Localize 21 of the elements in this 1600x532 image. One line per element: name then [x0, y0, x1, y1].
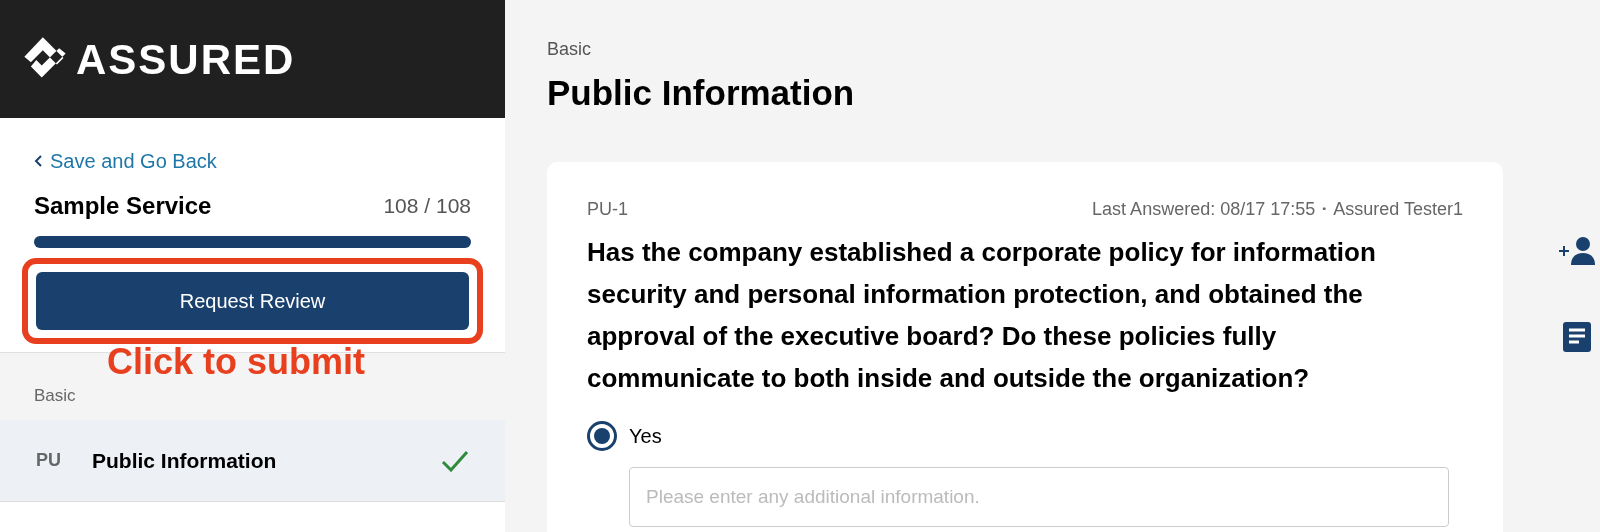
item-label: Public Information: [92, 447, 278, 474]
service-name: Sample Service: [34, 191, 212, 221]
question-id: PU-1: [587, 197, 628, 221]
check-icon: [441, 449, 469, 472]
question-text: Has the company established a corporate policy for information security and personal information protection, and obtained the approval of the executive board? Do these policies fully communicate to both inside and outside the organization?: [587, 235, 1377, 395]
last-answered: Last Answered: 08/17 17:55・Assured Tester1: [1092, 197, 1463, 221]
details-field[interactable]: Please enter any additional information.: [629, 466, 1449, 527]
item-code: PU: [36, 449, 62, 472]
back-link[interactable]: Save and Go Back: [34, 146, 217, 176]
progress-count: 108 / 108: [383, 193, 471, 220]
document-icon[interactable]: [1563, 322, 1591, 352]
page-title: Public Information: [547, 72, 855, 114]
request-review-button[interactable]: Request Review: [36, 272, 469, 330]
nav-item[interactable]: PU Public Information: [0, 420, 505, 502]
add-user-icon[interactable]: [1559, 236, 1595, 266]
section-label: Basic: [34, 384, 76, 407]
annotation-text: Click to submit: [107, 340, 366, 384]
breadcrumb: Basic: [547, 38, 591, 61]
logo-text: ASSURED: [76, 34, 296, 85]
chevron-left-icon: [34, 155, 42, 167]
radio-option[interactable]: Yes: [587, 420, 662, 451]
